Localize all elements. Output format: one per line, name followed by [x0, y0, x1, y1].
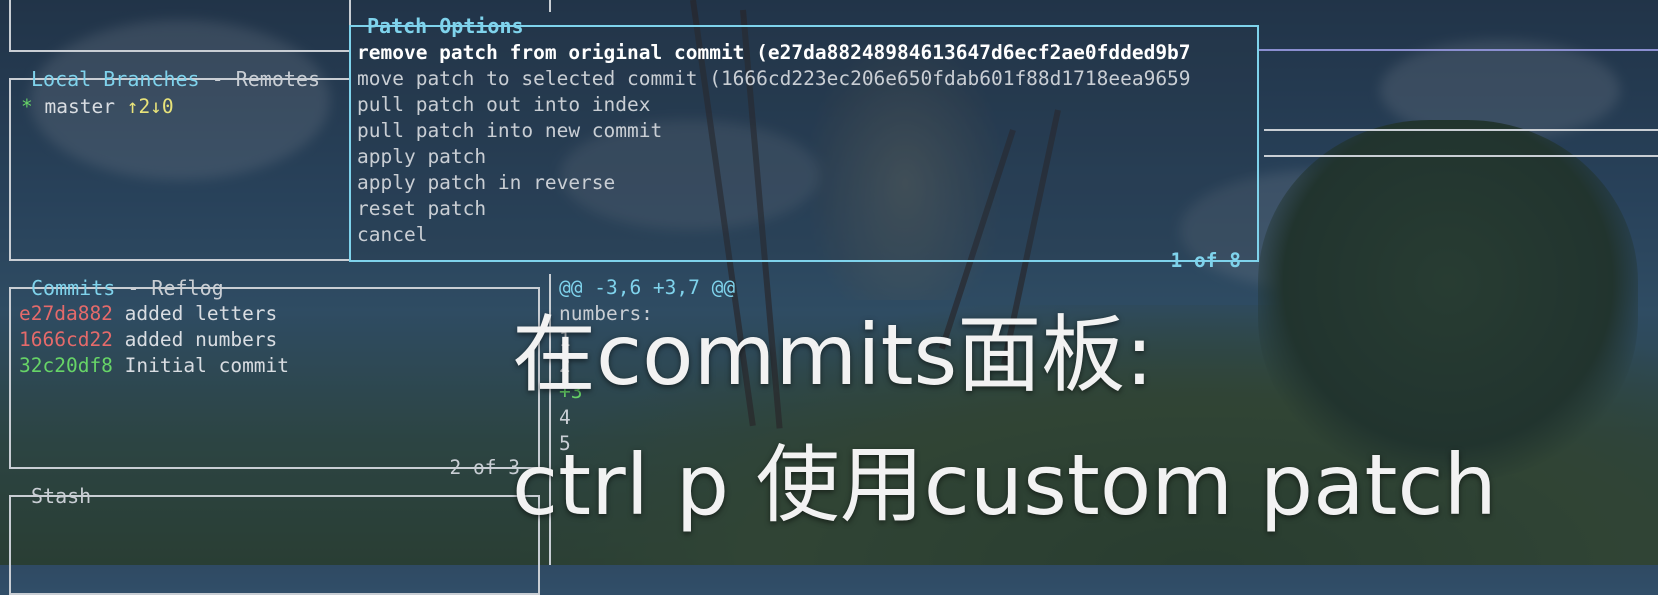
- commit-row[interactable]: e27da882 added letters: [19, 301, 277, 327]
- commit-hash: 32c20df8: [19, 354, 113, 377]
- main-panel-divider: [549, 0, 551, 12]
- diff-hunk-header: @@ -3,6 +3,7 @@: [559, 276, 736, 299]
- menu-item-apply-patch[interactable]: apply patch: [357, 144, 1252, 170]
- right-panel-border: [1264, 155, 1658, 157]
- right-panel-border: [1258, 49, 1658, 51]
- panel-title: Commits - Reflog: [31, 276, 224, 300]
- patch-options-menu[interactable]: Patch Options remove patch from original…: [349, 14, 1259, 272]
- commit-message: Initial commit: [124, 354, 290, 377]
- menu-item-cancel[interactable]: cancel: [357, 222, 1252, 248]
- commit-hash: 1666cd22: [19, 328, 113, 351]
- panel-title: Stash: [29, 483, 93, 509]
- local-branches-panel[interactable]: Local Branches - Remotes * master ↑2↓0: [9, 67, 351, 261]
- menu-item-remove-patch[interactable]: remove patch from original commit (e27da…: [357, 40, 1252, 66]
- subtitle-line-2: ctrl p 使用custom patch: [512, 436, 1497, 534]
- tab-commits[interactable]: Commits: [31, 276, 115, 300]
- panel-title: Local Branches - Remotes: [31, 67, 320, 91]
- menu-item-apply-patch-reverse[interactable]: apply patch in reverse: [357, 170, 1252, 196]
- current-branch-marker: *: [21, 95, 33, 118]
- right-panel-border: [1264, 129, 1658, 131]
- commit-message: added letters: [124, 302, 278, 325]
- status-panel[interactable]: [9, 0, 351, 52]
- menu-item-move-patch[interactable]: move patch to selected commit (1666cd223…: [357, 66, 1252, 92]
- commit-message: added numbers: [124, 328, 278, 351]
- menu-title: Patch Options: [367, 14, 524, 38]
- menu-item-pull-patch-new-commit[interactable]: pull patch into new commit: [357, 118, 1252, 144]
- commit-hash: e27da882: [19, 302, 113, 325]
- branch-name: master: [44, 95, 115, 118]
- commits-position-counter: 2 of 3: [449, 456, 520, 479]
- menu-item-pull-patch-index[interactable]: pull patch out into index: [357, 92, 1252, 118]
- tab-stash[interactable]: Stash: [31, 484, 91, 508]
- subtitle-line-1: 在commits面板:: [512, 306, 1154, 404]
- tab-remotes[interactable]: Remotes: [236, 67, 320, 91]
- commit-row[interactable]: 32c20df8 Initial commit: [19, 353, 289, 379]
- menu-item-reset-patch[interactable]: reset patch: [357, 196, 1252, 222]
- tab-reflog[interactable]: Reflog: [151, 276, 223, 300]
- branch-row[interactable]: * master ↑2↓0: [21, 94, 174, 120]
- commits-panel[interactable]: Commits - Reflog e27da882 added letters …: [9, 276, 540, 479]
- branch-tracking-status: ↑2↓0: [126, 95, 174, 118]
- commit-row[interactable]: 1666cd22 added numbers: [19, 327, 277, 353]
- stash-panel[interactable]: Stash: [9, 484, 540, 595]
- tab-local-branches[interactable]: Local Branches: [31, 67, 200, 91]
- menu-position-counter: 1 of 8: [1170, 249, 1241, 272]
